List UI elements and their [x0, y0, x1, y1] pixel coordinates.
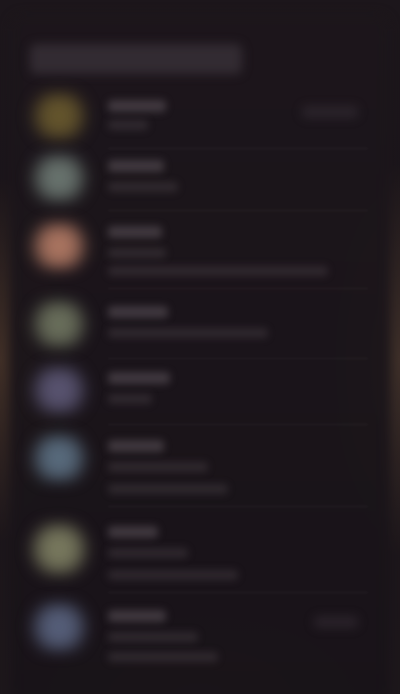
app-icon — [28, 222, 90, 270]
divider — [108, 592, 368, 593]
app-icon — [28, 434, 90, 482]
list-item-description — [108, 570, 238, 580]
list-item-description — [108, 266, 328, 276]
divider — [108, 288, 368, 289]
list-item-subtitle — [108, 632, 198, 642]
list-item-description — [108, 652, 218, 662]
divider — [108, 210, 368, 211]
list-item-subtitle — [108, 182, 178, 192]
list-item-subtitle — [108, 394, 152, 404]
list-item-title — [108, 226, 162, 238]
list-item-subtitle — [108, 548, 188, 558]
list-item-meta — [314, 616, 358, 628]
list-item-title — [108, 440, 164, 452]
divider — [108, 358, 368, 359]
list-item-subtitle — [108, 248, 166, 258]
list-item-title — [108, 526, 158, 538]
page-title — [30, 44, 242, 74]
list-item-meta — [302, 106, 358, 118]
screen — [0, 0, 400, 694]
app-icon — [28, 522, 90, 576]
list-item-title — [108, 100, 166, 112]
list-item-title — [108, 372, 170, 384]
app-icon — [28, 92, 90, 140]
divider — [108, 424, 368, 425]
list-item-title — [108, 160, 164, 172]
list-item-description — [108, 484, 228, 494]
divider — [108, 506, 368, 507]
list-item-subtitle — [108, 120, 148, 130]
list-item-title — [108, 306, 168, 318]
app-icon — [28, 366, 90, 414]
app-icon — [28, 602, 90, 652]
app-icon — [28, 154, 90, 202]
list-item-subtitle — [108, 328, 268, 338]
app-icon — [28, 300, 90, 348]
list-item-title — [108, 610, 166, 622]
divider — [108, 148, 368, 149]
list-item-subtitle — [108, 462, 208, 472]
